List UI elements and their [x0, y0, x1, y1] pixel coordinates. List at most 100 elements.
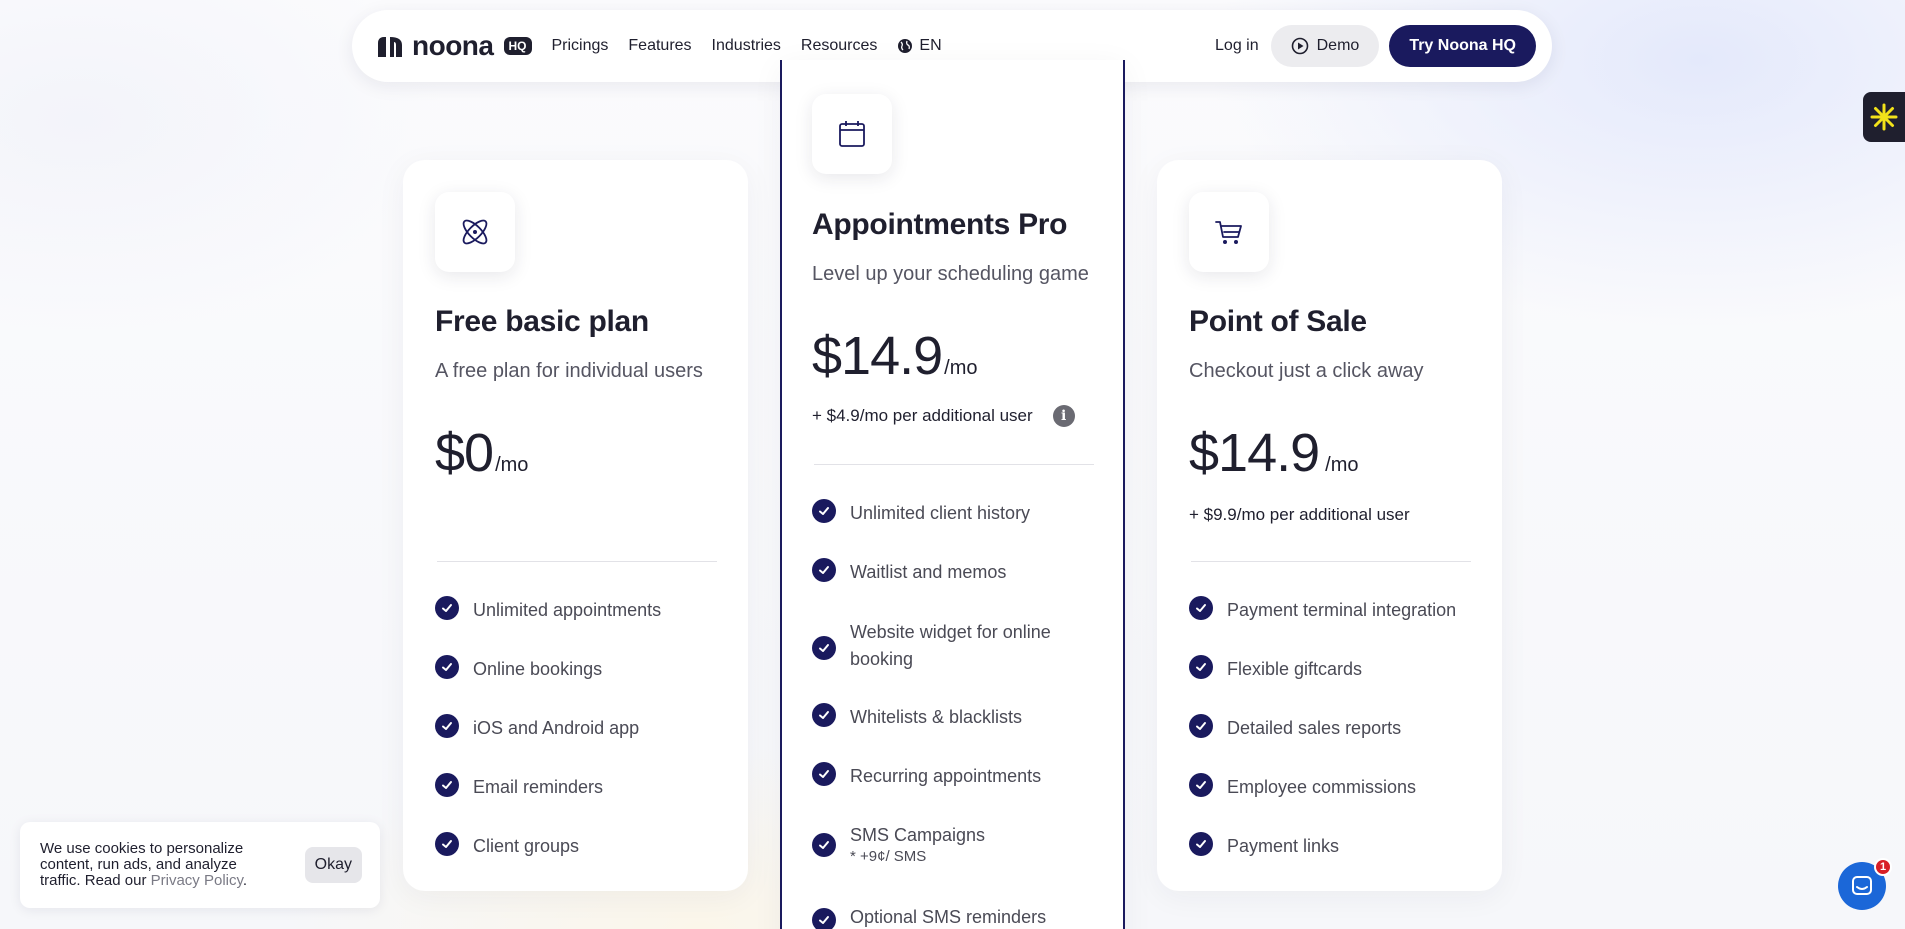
feature-text: SMS Campaigns	[850, 825, 986, 845]
check-icon	[435, 773, 459, 797]
plan-card-free: Free basic plan A free plan for individu…	[403, 160, 748, 891]
plan-title: Appointments Pro	[812, 208, 1068, 241]
plan-price: $0 /mo	[435, 422, 528, 484]
feature-item: Online bookings	[435, 655, 725, 715]
plan-icon-box	[435, 192, 515, 272]
feature-list: Unlimited appointments Online bookings i…	[435, 596, 725, 892]
sms-price-note: * +9¢/ SMS	[850, 848, 927, 865]
check-icon	[435, 655, 459, 679]
feature-text: Online bookings	[473, 659, 603, 679]
sparkle-icon	[1870, 103, 1898, 131]
feature-item: Optional SMS reminders	[812, 904, 1102, 929]
feature-item: Unlimited appointments	[435, 596, 725, 656]
feature-text: Client groups	[473, 836, 580, 856]
feature-text: Payment links	[1227, 836, 1340, 856]
check-icon	[812, 703, 836, 727]
feature-item: Recurring appointments	[812, 762, 1102, 822]
price-amount: $0	[435, 423, 494, 483]
check-icon	[435, 832, 459, 856]
check-icon	[812, 762, 836, 786]
logo-badge: HQ	[503, 37, 532, 55]
feature-item: Detailed sales reports	[1189, 714, 1479, 774]
login-link[interactable]: Log in	[1215, 37, 1259, 55]
feature-list: Payment terminal integration Flexible gi…	[1189, 596, 1479, 892]
feature-text: Unlimited appointments	[473, 600, 662, 620]
feature-item: Email reminders	[435, 773, 725, 833]
check-icon	[1189, 596, 1213, 620]
check-icon	[812, 833, 836, 857]
additional-user-price: + $9.9/mo per additional user	[1189, 505, 1410, 525]
feature-item: Flexible giftcards	[1189, 655, 1479, 715]
cookie-message: We use cookies to personalize content, r…	[40, 841, 270, 889]
feature-item: Employee commissions	[1189, 773, 1479, 833]
globe-icon	[898, 39, 913, 53]
nav-link-industries[interactable]: Industries	[712, 37, 781, 55]
plan-card-point-of-sale: Point of Sale Checkout just a click away…	[1157, 160, 1502, 891]
additional-user-text: + $9.9/mo per additional user	[1189, 505, 1410, 524]
feature-item: Whitelists & blacklists	[812, 703, 1102, 763]
feature-text: Unlimited client history	[850, 503, 1031, 523]
feature-text: Recurring appointments	[850, 766, 1042, 786]
additional-user-text: + $4.9/mo per additional user	[812, 406, 1033, 425]
demo-button[interactable]: Demo	[1270, 25, 1380, 67]
plan-icon-box	[812, 94, 892, 174]
cookie-banner: We use cookies to personalize content, r…	[20, 822, 380, 908]
noona-logo[interactable]: noona HQ	[376, 30, 532, 62]
check-icon	[435, 714, 459, 738]
feature-text: Employee commissions	[1227, 777, 1417, 797]
price-amount: $14.9	[812, 326, 943, 386]
feature-item: Payment terminal integration	[1189, 596, 1479, 656]
nav-links: Pricings Features Industries Resources E…	[552, 37, 942, 55]
check-icon	[812, 908, 836, 929]
side-widget-button[interactable]	[1863, 92, 1905, 142]
info-icon[interactable]: i	[1052, 405, 1075, 427]
feature-text: Flexible giftcards	[1227, 659, 1363, 679]
atom-icon	[462, 219, 488, 245]
language-selector[interactable]: EN	[897, 37, 942, 55]
feature-text: Waitlist and memos	[850, 562, 1007, 582]
plan-divider	[1191, 561, 1471, 562]
feature-text: iOS and Android app	[473, 718, 640, 738]
shopping-cart-icon	[1215, 221, 1242, 244]
nav-link-features[interactable]: Features	[628, 37, 691, 55]
price-period: /mo	[495, 454, 529, 476]
try-noona-button[interactable]: Try Noona HQ	[1389, 25, 1536, 67]
plan-subtitle: Level up your scheduling game	[812, 263, 1089, 285]
check-icon	[435, 596, 459, 620]
check-icon	[1189, 832, 1213, 856]
feature-text: Website widget for online booking	[850, 622, 1051, 669]
check-icon	[1189, 714, 1213, 738]
feature-text-wrap: SMS Campaigns * +9¢/ SMS	[850, 822, 985, 865]
plan-price: $14.9 /mo	[812, 325, 977, 387]
check-icon	[812, 558, 836, 582]
nav-link-resources[interactable]: Resources	[801, 37, 877, 55]
chat-icon	[1852, 876, 1872, 895]
feature-item: Waitlist and memos	[812, 558, 1102, 618]
feature-list: Unlimited client history Waitlist and me…	[812, 499, 1102, 929]
plan-subtitle: A free plan for individual users	[435, 360, 703, 382]
check-icon	[1189, 655, 1213, 679]
feature-item: Client groups	[435, 832, 725, 892]
check-icon	[812, 499, 836, 523]
logo-wordmark: noona	[412, 30, 494, 61]
feature-item: SMS Campaigns * +9¢/ SMS	[812, 822, 1102, 904]
noona-logo-icon	[378, 37, 402, 57]
plan-price: $14.9 /mo	[1189, 422, 1358, 484]
plan-title: Point of Sale	[1189, 305, 1367, 338]
price-period: /mo	[1325, 454, 1359, 476]
nav-link-pricings[interactable]: Pricings	[552, 37, 609, 55]
privacy-policy-link[interactable]: Privacy Policy	[151, 872, 243, 889]
calendar-icon	[839, 121, 865, 147]
plan-card-appointments-pro: Appointments Pro Level up your schedulin…	[780, 60, 1125, 929]
plan-icon-box	[1189, 192, 1269, 272]
cookie-okay-button[interactable]: Okay	[304, 847, 362, 883]
feature-text: Email reminders	[473, 777, 604, 797]
play-circle-icon	[1291, 37, 1308, 55]
chat-launcher-button[interactable]: 1	[1838, 858, 1892, 910]
feature-item: Unlimited client history	[812, 499, 1102, 559]
feature-item: Website widget for online booking	[812, 618, 1102, 704]
feature-item: Payment links	[1189, 832, 1479, 892]
price-period: /mo	[944, 357, 978, 379]
cookie-period: .	[242, 872, 248, 889]
plan-divider	[437, 561, 717, 562]
